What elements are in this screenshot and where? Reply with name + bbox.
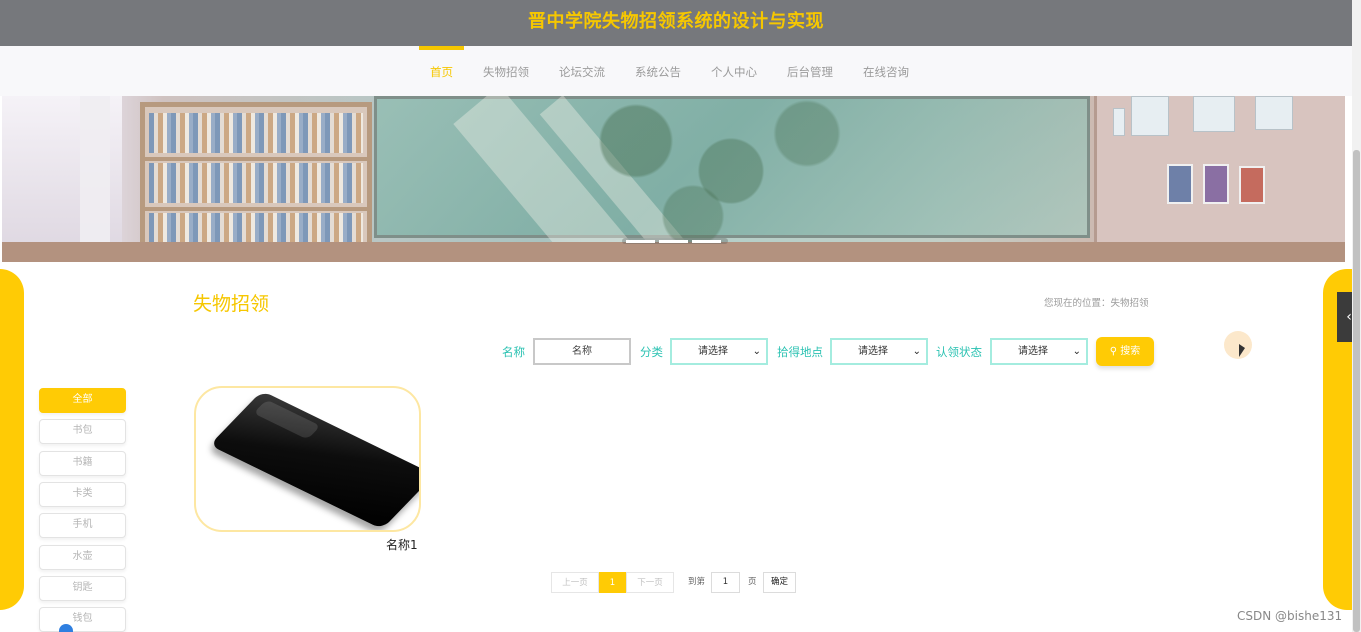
nav-item-profile[interactable]: 个人中心 bbox=[696, 46, 772, 96]
nav-item-online-consult[interactable]: 在线咨询 bbox=[848, 46, 924, 96]
pagination-goto-prefix: 到第 bbox=[688, 577, 706, 587]
category-item-keys[interactable]: 钥匙 bbox=[39, 576, 126, 601]
item-card[interactable] bbox=[194, 386, 421, 532]
chevron-down-icon: ⌄ bbox=[912, 346, 921, 357]
page-title: 失物招领 bbox=[193, 293, 270, 315]
status-select[interactable]: 请选择 ⌄ bbox=[990, 338, 1088, 365]
site-title: 晋中学院失物招领系统的设计与实现 bbox=[528, 11, 824, 32]
item-card-name[interactable]: 名称1 bbox=[386, 536, 418, 553]
pagination-confirm-button[interactable]: 确定 bbox=[763, 572, 796, 593]
pagination-goto-input[interactable]: 1 bbox=[711, 572, 740, 593]
pagination-goto-suffix: 页 bbox=[748, 577, 757, 587]
mouse-cursor-icon bbox=[1239, 344, 1245, 357]
scrollbar-thumb[interactable] bbox=[1353, 150, 1360, 632]
nav-item-home[interactable]: 首页 bbox=[415, 46, 468, 96]
scroll-indicator bbox=[59, 624, 73, 632]
search-icon: ⚲ bbox=[1109, 346, 1118, 357]
main-nav: 首页 失物招领 论坛交流 系统公告 个人中心 后台管理 在线咨询 bbox=[0, 46, 1352, 96]
pagination-prev-button[interactable]: 上一页 bbox=[551, 572, 599, 593]
status-label: 认领状态 bbox=[936, 345, 982, 359]
nav-item-forum[interactable]: 论坛交流 bbox=[544, 46, 620, 96]
carousel-dot[interactable] bbox=[692, 239, 721, 243]
cursor-highlight bbox=[1224, 331, 1252, 359]
site-header: 晋中学院失物招领系统的设计与实现 bbox=[0, 0, 1352, 46]
breadcrumb: 您现在的位置：失物招领 bbox=[1044, 298, 1149, 309]
name-label: 名称 bbox=[502, 345, 525, 359]
category-item-books[interactable]: 书籍 bbox=[39, 451, 126, 476]
pagination-page-1[interactable]: 1 bbox=[599, 572, 626, 593]
category-item-bottle[interactable]: 水壶 bbox=[39, 545, 126, 570]
category-item-all[interactable]: 全部 bbox=[39, 388, 126, 413]
carousel-dot[interactable] bbox=[626, 239, 655, 243]
name-search-input[interactable]: 名称 bbox=[533, 338, 631, 365]
chevron-down-icon: ⌄ bbox=[1072, 346, 1081, 357]
category-item-cards[interactable]: 卡类 bbox=[39, 482, 126, 507]
category-item-wallet[interactable]: 钱包 bbox=[39, 607, 126, 632]
chevron-left-icon: ‹ bbox=[1346, 309, 1352, 325]
location-label: 拾得地点 bbox=[777, 345, 823, 359]
chevron-down-icon: ⌄ bbox=[752, 346, 761, 357]
pagination-next-button[interactable]: 下一页 bbox=[626, 572, 674, 593]
location-select[interactable]: 请选择 ⌄ bbox=[830, 338, 928, 365]
category-item-bag[interactable]: 书包 bbox=[39, 419, 126, 444]
item-image-phone bbox=[209, 390, 419, 530]
nav-item-admin[interactable]: 后台管理 bbox=[772, 46, 848, 96]
banner-carousel bbox=[2, 96, 1345, 262]
nav-item-announcements[interactable]: 系统公告 bbox=[620, 46, 696, 96]
watermark: CSDN @bishe131 bbox=[1237, 609, 1343, 623]
left-accent-bar bbox=[0, 269, 24, 610]
search-button[interactable]: ⚲ 搜索 bbox=[1096, 337, 1154, 366]
page-scrollbar[interactable] bbox=[1352, 0, 1361, 632]
banner-bookshelf bbox=[140, 102, 372, 256]
carousel-indicators bbox=[622, 238, 728, 244]
category-item-phone[interactable]: 手机 bbox=[39, 513, 126, 538]
nav-item-lost-found[interactable]: 失物招领 bbox=[468, 46, 544, 96]
carousel-dot[interactable] bbox=[659, 239, 688, 243]
category-select[interactable]: 请选择 ⌄ bbox=[670, 338, 768, 365]
category-label: 分类 bbox=[640, 345, 663, 359]
